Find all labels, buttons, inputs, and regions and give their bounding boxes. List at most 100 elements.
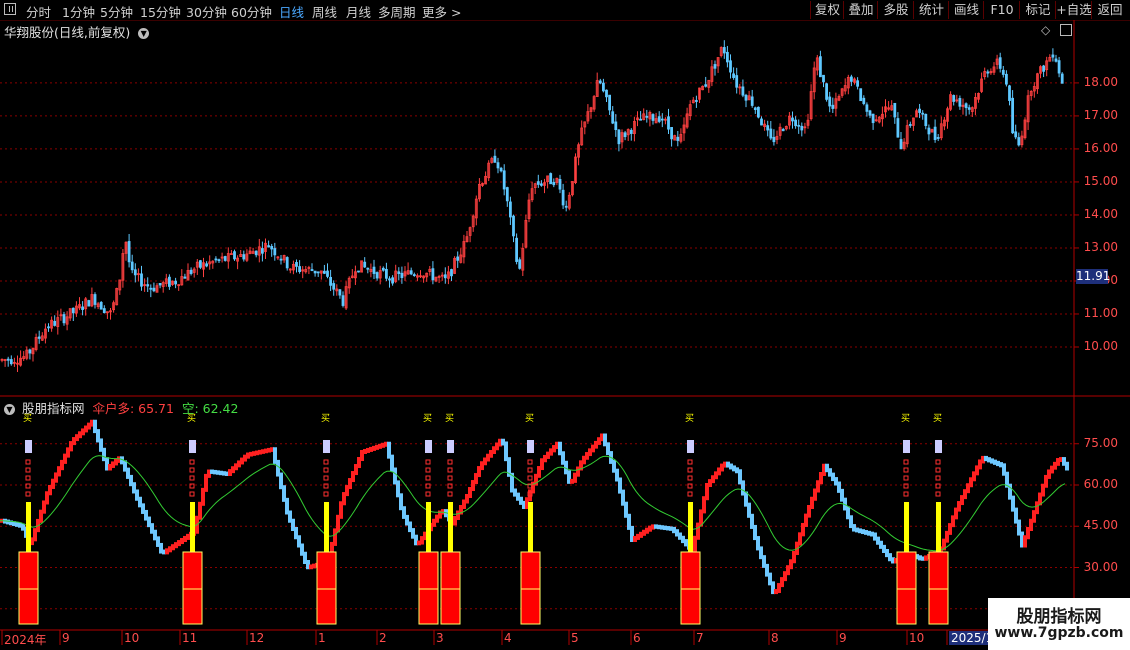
signal-marker: [527, 440, 534, 453]
chevron-down-icon[interactable]: ▼: [4, 404, 15, 415]
signal-yellow-bar: [936, 502, 941, 552]
candle-body: [363, 261, 367, 268]
candle-body: [967, 107, 971, 110]
candle-body: [397, 271, 401, 274]
date-label: 9: [839, 631, 847, 645]
candle-body: [750, 96, 754, 106]
candle-body: [233, 251, 236, 260]
candle-body: [366, 267, 370, 270]
candle-body: [645, 115, 649, 118]
indicator-tick-label: 75.00: [1083, 435, 1118, 450]
candle-body: [893, 102, 897, 118]
candle-body: [313, 270, 317, 274]
signal-dot: [687, 475, 693, 481]
candle-body: [1008, 85, 1011, 101]
signal-dot: [447, 475, 453, 481]
signal-marker: [903, 440, 910, 453]
signal-dot: [903, 459, 909, 465]
signal-dot: [323, 475, 329, 481]
candle-body: [797, 124, 801, 127]
candle-body: [608, 94, 611, 111]
long-value: 伞户多: 65.71: [92, 401, 174, 416]
candle-body: [47, 326, 50, 329]
candle-body: [217, 259, 221, 262]
candle-body: [332, 283, 336, 290]
candle-body: [329, 276, 333, 286]
candle-body: [99, 301, 103, 310]
candle-body: [508, 201, 512, 218]
candle-body: [769, 128, 773, 139]
candle-body: [998, 57, 1002, 69]
watermark-title: 股朋指标网: [1016, 607, 1102, 627]
watermark: 股朋指标网 www.7gpzb.com: [988, 598, 1130, 650]
candle-body: [760, 118, 763, 126]
candle-body: [918, 108, 921, 113]
candle-body: [496, 162, 500, 169]
candle-body: [183, 276, 187, 279]
candle-body: [9, 359, 13, 365]
candle-body: [450, 269, 453, 277]
candle-body: [558, 178, 562, 190]
candle-body: [388, 278, 391, 281]
candle-body: [936, 137, 940, 139]
buy-signal-label: 买: [901, 414, 911, 424]
candle-body: [37, 336, 41, 339]
chart-canvas: [0, 20, 1130, 645]
candle-body: [536, 181, 540, 185]
signal-red-bar: [928, 551, 949, 625]
signal-marker: [447, 440, 454, 453]
signal-dot: [25, 475, 31, 481]
candle-body: [639, 118, 642, 121]
price-tick-label: 13.00: [1083, 239, 1118, 254]
date-label: 7: [696, 631, 704, 645]
date-label: 8: [771, 631, 779, 645]
candle-body: [605, 89, 608, 98]
candle-body: [794, 119, 797, 127]
price-tick-label: 18.00: [1083, 74, 1118, 89]
candle-body: [651, 114, 655, 121]
candle-body: [93, 294, 97, 305]
candle-body: [1060, 73, 1064, 84]
candle-body: [295, 262, 298, 267]
candle-body: [1017, 137, 1021, 146]
candle-body: [502, 170, 506, 190]
candle-body: [375, 272, 379, 279]
date-label: 10: [124, 631, 140, 645]
candle-body: [505, 187, 509, 202]
candle-body: [254, 250, 258, 256]
candle-body: [62, 314, 66, 324]
candle-body: [198, 260, 202, 268]
buy-signal-label: 买: [685, 414, 695, 424]
candle-body: [372, 266, 376, 274]
candle-body: [326, 270, 329, 277]
signal-dot: [447, 459, 453, 465]
indicator-title-row: ▼ 股朋指标网 伞户多: 65.71 空: 62.42: [4, 398, 238, 417]
candle-body: [1057, 60, 1061, 74]
candle-body: [598, 80, 602, 84]
candle-body: [152, 287, 156, 292]
signal-red-bar: [520, 551, 541, 625]
candle-body: [6, 358, 10, 361]
date-label: 4: [504, 631, 512, 645]
candle-body: [127, 241, 131, 263]
candle-body: [924, 113, 928, 127]
candle-body: [273, 248, 277, 256]
candle-body: [1005, 73, 1008, 85]
date-label: 9: [62, 631, 70, 645]
candle-body: [1001, 69, 1005, 75]
buy-signal-label: 买: [187, 414, 197, 424]
signal-yellow-bar: [904, 502, 909, 552]
candle-body: [744, 94, 748, 101]
candle-body: [859, 88, 863, 102]
signal-dot: [935, 467, 941, 473]
signal-dot: [687, 491, 693, 497]
candle-body: [800, 125, 804, 131]
candle-body: [952, 95, 956, 102]
candle-body: [381, 267, 385, 271]
candle-body: [214, 258, 218, 261]
candle-body: [267, 245, 271, 248]
candle-body: [149, 287, 153, 290]
signal-dot: [189, 491, 195, 497]
last-price-tag: 11.91: [1076, 269, 1111, 284]
candle-body: [1051, 54, 1055, 58]
